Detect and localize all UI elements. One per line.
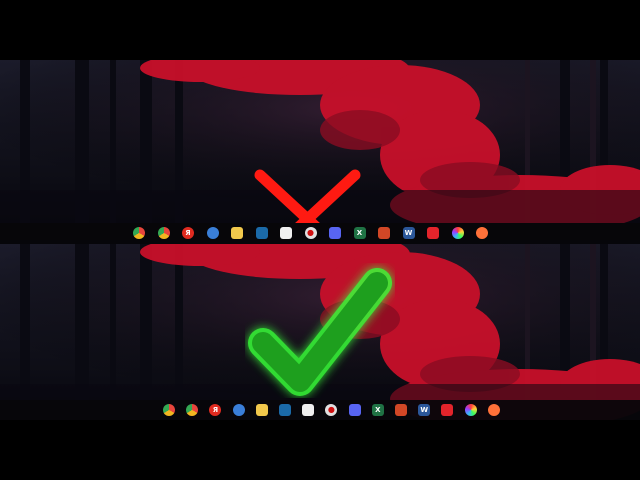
powerpoint-icon[interactable] (395, 404, 407, 416)
chrome-canary-icon[interactable] (186, 404, 199, 416)
obs-record-icon[interactable]: ● (325, 404, 338, 416)
excel-icon[interactable]: X (353, 227, 366, 239)
powerpoint-icon[interactable] (378, 227, 390, 239)
yandex-icon[interactable]: Я (182, 227, 194, 239)
correct-example-panel (0, 244, 640, 420)
word-icon[interactable]: W (402, 227, 415, 239)
obs-record-icon[interactable]: ● (304, 227, 317, 239)
taskbar-centered: Я ● X W (0, 400, 640, 420)
steam-icon[interactable] (279, 404, 291, 416)
green-checkmark-icon (245, 263, 395, 398)
color-wheel-icon[interactable] (451, 227, 464, 239)
globe-browser-icon[interactable] (232, 404, 245, 416)
word-icon[interactable]: W (418, 404, 431, 416)
discord-icon[interactable] (329, 227, 341, 239)
microsoft-store-icon[interactable] (302, 404, 315, 416)
acrobat-icon[interactable] (441, 404, 454, 416)
file-explorer-icon[interactable] (231, 227, 243, 239)
letterbox-bottom (0, 420, 640, 480)
red-x-icon (250, 165, 365, 223)
acrobat-icon[interactable] (427, 227, 439, 239)
file-explorer-icon[interactable] (255, 404, 268, 416)
firefox-icon[interactable] (487, 404, 500, 416)
excel-icon[interactable]: X (371, 404, 384, 416)
color-wheel-icon[interactable] (464, 404, 477, 416)
globe-browser-icon[interactable] (206, 227, 219, 239)
wrong-example-panel (0, 60, 640, 223)
chrome-icon[interactable] (133, 227, 145, 239)
steam-icon[interactable] (255, 227, 268, 239)
firefox-icon[interactable] (476, 227, 488, 239)
chrome-icon[interactable] (163, 404, 175, 416)
discord-icon[interactable] (348, 404, 361, 416)
microsoft-store-icon[interactable] (280, 227, 292, 239)
letterbox-top (0, 0, 640, 60)
yandex-icon[interactable]: Я (209, 404, 222, 416)
chrome-canary-icon[interactable] (157, 227, 170, 239)
